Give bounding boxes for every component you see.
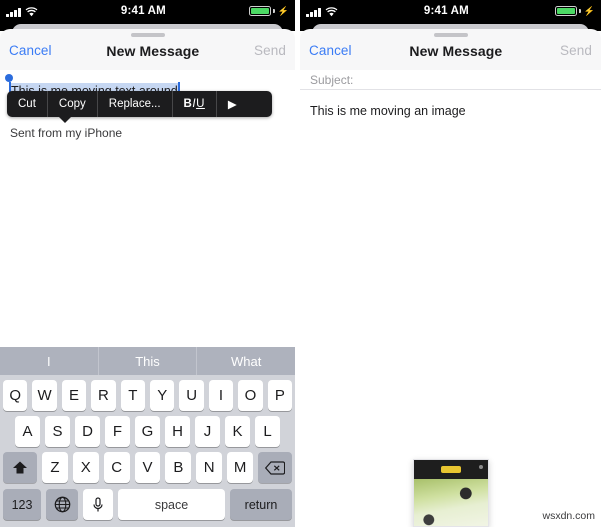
- battery-cap: [579, 9, 581, 13]
- compose-sheet-wrapper-left: Cancel New Message Send This is me movin…: [0, 22, 295, 527]
- compose-sheet-right: Cancel New Message Send Subject: This is…: [300, 29, 601, 527]
- page-title: New Message: [106, 42, 200, 59]
- return-key[interactable]: return: [230, 489, 292, 520]
- dragged-screenshot-thumbnail[interactable]: [413, 459, 489, 527]
- menu-item-copy[interactable]: Copy: [48, 91, 98, 117]
- status-left-group-right: [306, 5, 338, 17]
- text-edit-menu[interactable]: Cut Copy Replace... BIU ▶: [7, 91, 272, 117]
- menu-item-replace[interactable]: Replace...: [98, 91, 173, 117]
- key-r[interactable]: R: [91, 380, 116, 411]
- bold-label: B: [183, 98, 193, 110]
- navigation-bar-left: Cancel New Message Send: [0, 37, 295, 64]
- message-body-right[interactable]: This is me moving an image: [300, 90, 601, 120]
- send-button[interactable]: Send: [254, 43, 286, 58]
- key-o[interactable]: O: [238, 380, 263, 411]
- status-bar-left: 9:41 AM ⚡: [0, 0, 295, 22]
- selection-handle-start[interactable]: [5, 74, 13, 82]
- charging-bolt-icon: ⚡: [277, 5, 289, 16]
- menu-item-format-biu[interactable]: BIU: [173, 91, 217, 117]
- key-t[interactable]: T: [120, 380, 145, 411]
- key-b[interactable]: B: [165, 452, 192, 483]
- chevron-right-icon[interactable]: ▶: [217, 91, 248, 117]
- key-j[interactable]: J: [195, 416, 220, 447]
- status-bar-clock: 9:41 AM: [423, 5, 469, 17]
- space-key[interactable]: space: [118, 489, 225, 520]
- status-left-group: [6, 5, 38, 17]
- cellular-signal-icon: [306, 7, 321, 17]
- compose-sheet-wrapper-right: Cancel New Message Send Subject: This is…: [300, 22, 601, 527]
- subject-field[interactable]: Subject:: [300, 62, 601, 90]
- cancel-button[interactable]: Cancel: [9, 43, 52, 58]
- onscreen-keyboard: I This What Q W E R T Y U I O P A S D F …: [0, 347, 295, 527]
- numbers-key[interactable]: 123: [3, 489, 41, 520]
- key-y[interactable]: Y: [150, 380, 175, 411]
- left-phone-panel: 9:41 AM ⚡ Cancel New Message Send Sent f…: [0, 0, 295, 527]
- thumbnail-photo-content: [414, 479, 488, 526]
- watermark: wsxdn.com: [542, 510, 595, 522]
- prediction-3[interactable]: What: [197, 347, 295, 375]
- key-f[interactable]: F: [105, 416, 130, 447]
- status-right-group-right: ⚡: [555, 6, 595, 17]
- keyboard-row-1: Q W E R T Y U I O P: [0, 375, 295, 411]
- thumbnail-yellow-pill: [441, 466, 461, 473]
- status-right-group: ⚡: [249, 6, 289, 17]
- key-g[interactable]: G: [135, 416, 160, 447]
- charging-bolt-icon: ⚡: [583, 5, 595, 16]
- key-v[interactable]: V: [134, 452, 161, 483]
- keyboard-row-4: 123 space return: [0, 483, 295, 527]
- key-w[interactable]: W: [32, 380, 57, 411]
- navigation-bar-right: Cancel New Message Send: [300, 37, 601, 64]
- key-q[interactable]: Q: [2, 380, 28, 411]
- keyboard-row-2: A S D F G H J K L: [0, 411, 295, 447]
- predictive-text-bar: I This What: [0, 347, 295, 375]
- compose-sheet-left: Cancel New Message Send This is me movin…: [0, 29, 295, 527]
- underline-label: U: [196, 98, 205, 110]
- key-a[interactable]: A: [15, 416, 40, 447]
- key-l[interactable]: L: [255, 416, 280, 447]
- prediction-2[interactable]: This: [99, 347, 198, 375]
- key-k[interactable]: K: [225, 416, 250, 447]
- key-c[interactable]: C: [103, 452, 130, 483]
- battery-charging-icon: [555, 6, 578, 16]
- key-p[interactable]: P: [267, 380, 293, 411]
- email-signature[interactable]: Sent from my iPhone: [0, 126, 295, 140]
- key-h[interactable]: H: [165, 416, 190, 447]
- battery-charging-icon: [249, 6, 272, 16]
- prediction-1[interactable]: I: [0, 347, 99, 375]
- wifi-icon: [325, 7, 338, 17]
- key-m[interactable]: M: [227, 452, 254, 483]
- key-u[interactable]: U: [179, 380, 204, 411]
- status-bar-right: 9:41 AM ⚡: [300, 0, 601, 22]
- battery-cap: [273, 9, 275, 13]
- key-s[interactable]: S: [45, 416, 70, 447]
- thumbnail-corner-dot: [479, 465, 483, 469]
- key-z[interactable]: Z: [42, 452, 68, 483]
- thumbnail-top-bar: [414, 460, 488, 479]
- status-bar-clock: 9:41 AM: [120, 5, 166, 17]
- send-button[interactable]: Send: [560, 43, 592, 58]
- key-e[interactable]: E: [61, 380, 87, 411]
- microphone-icon[interactable]: [83, 489, 113, 520]
- key-x[interactable]: X: [72, 452, 99, 483]
- right-phone-panel: 9:41 AM ⚡ Cancel New Message Send Subjec…: [300, 0, 601, 527]
- edit-menu-pointer: [58, 116, 72, 123]
- key-n[interactable]: N: [196, 452, 223, 483]
- cellular-signal-icon: [6, 7, 21, 17]
- keyboard-row-3: Z X C V B N M: [0, 447, 295, 483]
- page-title: New Message: [409, 42, 503, 59]
- wifi-icon: [25, 7, 38, 17]
- shift-arrow-icon[interactable]: [3, 452, 37, 483]
- cancel-button[interactable]: Cancel: [309, 43, 352, 58]
- key-d[interactable]: D: [75, 416, 100, 447]
- backspace-delete-icon[interactable]: [258, 452, 293, 483]
- screenshot-stage: 9:41 AM ⚡ Cancel New Message Send Sent f…: [0, 0, 601, 527]
- menu-item-cut[interactable]: Cut: [7, 91, 48, 117]
- key-i[interactable]: I: [208, 380, 234, 411]
- globe-language-icon[interactable]: [46, 489, 78, 520]
